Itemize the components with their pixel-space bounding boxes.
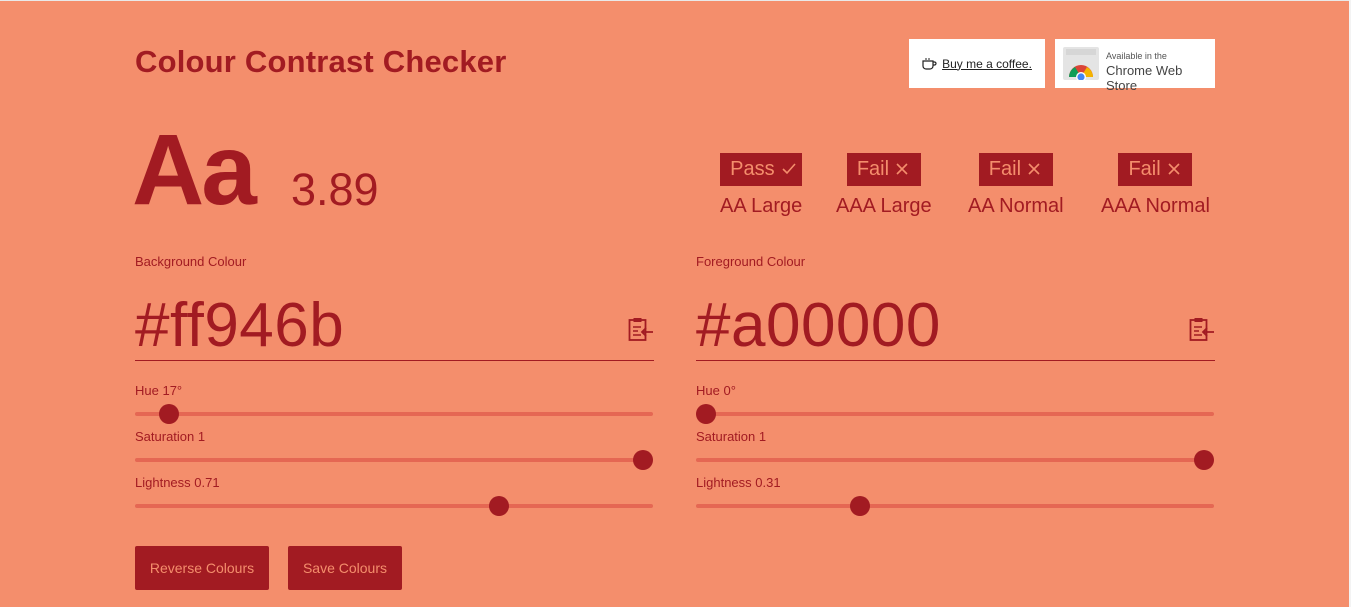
- cross-icon: [1168, 158, 1180, 181]
- background-hue-slider[interactable]: [135, 404, 653, 424]
- buy-coffee-link[interactable]: Buy me a coffee.: [909, 39, 1045, 88]
- cross-icon: [1028, 158, 1040, 181]
- result-aa-normal: Fail AA Normal: [968, 153, 1064, 218]
- foreground-lightness-label: Lightness 0.31: [696, 475, 781, 490]
- slider-thumb[interactable]: [1194, 450, 1214, 470]
- foreground-hue-slider[interactable]: [696, 404, 1214, 424]
- contrast-sample-text: Aa: [132, 114, 257, 226]
- page-title: Colour Contrast Checker: [135, 44, 507, 79]
- status-text: Fail: [856, 158, 890, 180]
- result-level-label: AAA Normal: [1101, 195, 1210, 217]
- result-level-label: AA Normal: [968, 195, 1064, 217]
- check-icon: [782, 158, 796, 181]
- slider-thumb[interactable]: [696, 404, 716, 424]
- background-hex-field[interactable]: #ff946b: [135, 269, 654, 361]
- slider-thumb[interactable]: [158, 404, 179, 424]
- foreground-colour-label: Foreground Colour: [696, 254, 806, 269]
- coffee-cup-icon: [922, 57, 937, 70]
- contrast-ratio: 3.89: [291, 164, 379, 215]
- foreground-hue-label: Hue 0°: [696, 383, 736, 398]
- foreground-saturation-slider[interactable]: [696, 450, 1214, 470]
- save-colours-button[interactable]: Save Colours: [288, 546, 402, 590]
- clipboard-paste-icon[interactable]: [628, 317, 654, 347]
- status-badge: Fail: [978, 153, 1053, 186]
- status-text: Pass: [730, 158, 775, 180]
- background-lightness-label: Lightness 0.71: [135, 475, 220, 490]
- cws-line2: Chrome Web Store: [1106, 63, 1183, 93]
- slider-thumb[interactable]: [488, 496, 509, 516]
- background-saturation-slider[interactable]: [135, 450, 653, 470]
- status-badge: Fail: [1118, 153, 1193, 186]
- background-saturation-label: Saturation 1: [135, 429, 206, 444]
- result-aa-large: Pass AA Large: [720, 153, 802, 218]
- chrome-logo-icon: [1063, 47, 1099, 80]
- background-hex-value[interactable]: #ff946b: [135, 295, 344, 357]
- foreground-saturation-label: Saturation 1: [696, 429, 767, 444]
- background-hue-label: Hue 17°: [135, 383, 183, 398]
- background-colour-panel: Background Colour #ff946b: [135, 252, 654, 361]
- top-border: [0, 0, 1351, 1]
- slider-thumb[interactable]: [633, 450, 653, 470]
- background-colour-label: Background Colour: [135, 254, 247, 269]
- result-aaa-large: Fail AAA Large: [836, 153, 932, 218]
- status-text: Fail: [988, 158, 1022, 180]
- slider-thumb[interactable]: [850, 496, 871, 516]
- foreground-colour-panel: Foreground Colour #a00000: [696, 252, 1215, 361]
- reverse-colours-button[interactable]: Reverse Colours: [135, 546, 269, 590]
- cws-line1: Available in the: [1106, 51, 1167, 61]
- clipboard-paste-icon[interactable]: [1189, 317, 1215, 347]
- status-badge: Pass: [720, 153, 803, 186]
- foreground-lightness-slider[interactable]: [696, 496, 1214, 516]
- result-level-label: AA Large: [720, 195, 803, 217]
- foreground-hex-field[interactable]: #a00000: [696, 269, 1215, 361]
- result-aaa-normal: Fail AAA Normal: [1101, 153, 1210, 218]
- buy-coffee-label: Buy me a coffee.: [942, 56, 1032, 71]
- status-badge: Fail: [846, 153, 921, 186]
- cross-icon: [896, 158, 908, 181]
- result-level-label: AAA Large: [836, 195, 932, 217]
- chrome-web-store-badge[interactable]: Available in the Chrome Web Store: [1055, 39, 1215, 93]
- background-lightness-slider[interactable]: [135, 496, 653, 516]
- status-text: Fail: [1128, 158, 1161, 180]
- foreground-hex-value[interactable]: #a00000: [696, 295, 941, 357]
